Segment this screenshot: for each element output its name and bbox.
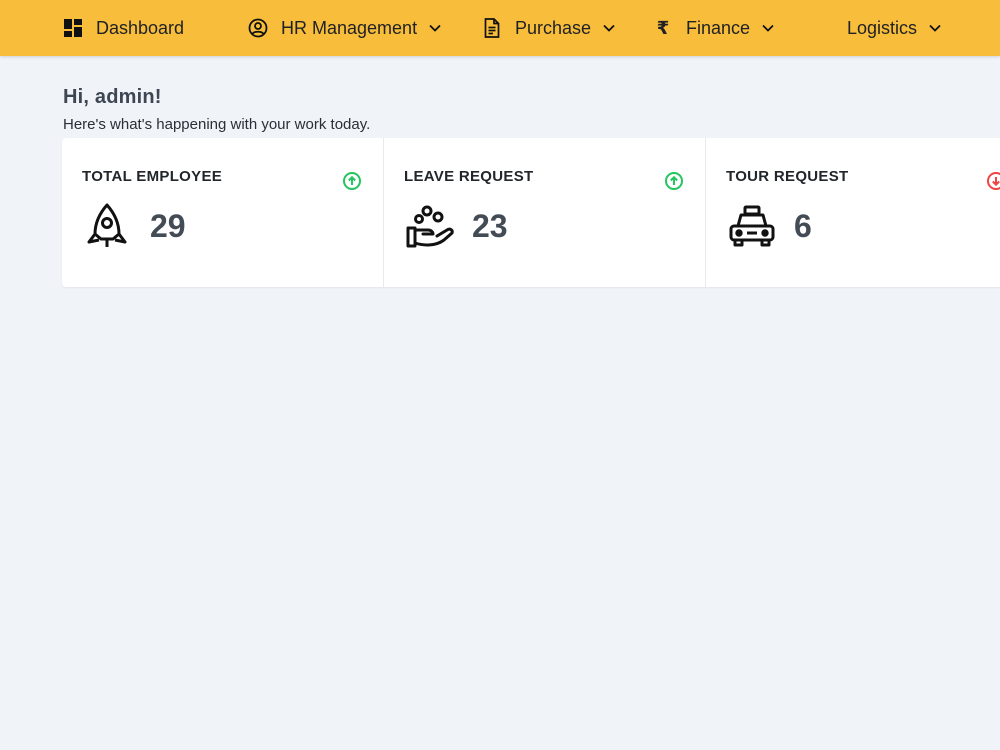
chevron-down-icon	[429, 24, 441, 32]
hand-holding-icon	[406, 202, 454, 250]
greeting-subtitle: Here's what's happening with your work t…	[63, 116, 371, 133]
stat-card-title: LEAVE REQUEST	[404, 168, 534, 185]
arrow-up-circle-icon	[342, 171, 362, 191]
stat-card-title: TOUR REQUEST	[726, 168, 849, 185]
greeting-title: Hi, admin!	[63, 86, 162, 108]
arrow-down-circle-icon	[986, 171, 1000, 191]
rupee-icon: ₹	[656, 17, 670, 38]
nav-hr-label: HR Management	[281, 17, 418, 38]
nav-finance[interactable]: ₹ Finance	[652, 0, 774, 56]
nav-hr-management[interactable]: HR Management	[247, 0, 441, 56]
nav-logistics-label: Logistics	[847, 17, 918, 38]
dashboard-grid-icon	[62, 17, 84, 39]
chevron-down-icon	[929, 24, 941, 32]
nav-purchase[interactable]: Purchase	[481, 0, 615, 56]
stat-card-title: TOTAL EMPLOYEE	[82, 168, 223, 185]
nav-finance-label: Finance	[686, 17, 751, 38]
stat-card-value: 29	[150, 208, 186, 244]
stat-card-leave-request[interactable]: LEAVE REQUEST 23	[383, 138, 705, 287]
stat-card-total-employee[interactable]: TOTAL EMPLOYEE 29	[62, 138, 383, 287]
chevron-down-icon	[762, 24, 774, 32]
nav-purchase-label: Purchase	[515, 17, 592, 38]
taxi-icon	[728, 202, 775, 250]
stat-card-tour-request[interactable]: TOUR REQUEST 6	[705, 138, 1000, 287]
document-icon	[481, 17, 503, 39]
stat-card-value: 23	[472, 208, 508, 244]
nav-dashboard[interactable]: Dashboard	[62, 0, 184, 56]
top-navbar: Dashboard HR Management Purchase ₹ Finan…	[0, 0, 1000, 56]
rocket-icon	[84, 202, 130, 250]
arrow-up-circle-icon	[664, 171, 684, 191]
nav-logistics[interactable]: Logistics	[847, 0, 941, 56]
chevron-down-icon	[603, 24, 615, 32]
user-circle-icon	[247, 17, 269, 39]
stat-card-value: 6	[794, 208, 812, 244]
nav-dashboard-label: Dashboard	[96, 17, 185, 38]
stats-cards: TOTAL EMPLOYEE 29 LEAVE REQUEST 23 TOUR …	[62, 138, 1000, 287]
